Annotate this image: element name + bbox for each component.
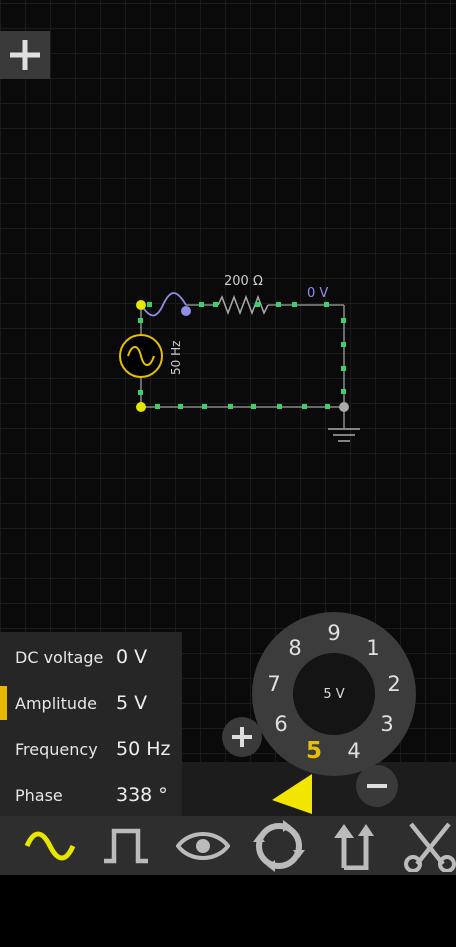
resistor-label: 200 Ω xyxy=(224,274,263,289)
resistor[interactable] xyxy=(217,294,269,316)
property-label: Frequency xyxy=(15,739,98,759)
sine-wave-icon xyxy=(24,831,76,860)
property-value: 5 V xyxy=(116,692,148,714)
node-probe[interactable] xyxy=(181,306,191,316)
property-row-amplitude[interactable]: Amplitude 5 V xyxy=(0,680,182,726)
square-wave-icon xyxy=(104,828,148,863)
sine-wave-tool[interactable] xyxy=(22,816,78,875)
property-label: Phase xyxy=(15,785,63,805)
property-label: Amplitude xyxy=(15,693,97,713)
value-dial[interactable]: 5 V 9 1 2 3 4 5 6 7 8 xyxy=(252,612,416,776)
rotate-icon xyxy=(253,819,305,872)
property-label: DC voltage xyxy=(15,647,104,667)
ground-symbol[interactable] xyxy=(328,428,360,442)
dial-digit-5[interactable]: 5 xyxy=(302,739,326,763)
cut-tool[interactable] xyxy=(402,816,456,875)
dial-digit-1[interactable]: 1 xyxy=(361,636,385,660)
dial-center-value: 5 V xyxy=(293,653,375,735)
dial-digit-4[interactable]: 4 xyxy=(342,739,366,763)
dial-digit-2[interactable]: 2 xyxy=(382,672,406,696)
eye-icon xyxy=(176,831,230,860)
flip-tool[interactable] xyxy=(327,816,383,875)
property-value: 0 V xyxy=(116,646,148,668)
dial-digit-6[interactable]: 6 xyxy=(269,712,293,736)
properties-panel: DC voltage 0 V Amplitude 5 V Frequency 5… xyxy=(0,632,182,816)
node-bottom-left[interactable] xyxy=(136,402,146,412)
dial-digit-9[interactable]: 9 xyxy=(322,621,346,645)
property-value: 338 ° xyxy=(116,784,168,806)
node-ground[interactable] xyxy=(339,402,349,412)
property-row-frequency[interactable]: Frequency 50 Hz xyxy=(0,726,182,772)
dial-digit-7[interactable]: 7 xyxy=(262,672,286,696)
bottom-toolbar xyxy=(0,816,456,875)
dial-pointer-icon xyxy=(272,774,312,814)
ac-voltage-source[interactable] xyxy=(119,334,163,378)
cut-icon xyxy=(404,822,456,872)
flip-icon xyxy=(334,823,374,870)
increment-button[interactable] xyxy=(222,717,262,757)
property-row-phase[interactable]: Phase 338 ° xyxy=(0,772,182,818)
source-frequency-label: 50 Hz xyxy=(169,341,183,375)
minus-icon xyxy=(367,784,387,788)
system-navigation-bar xyxy=(0,875,456,947)
node-top-left[interactable] xyxy=(136,300,146,310)
dial-digit-3[interactable]: 3 xyxy=(375,712,399,736)
node-voltage-label: 0 V xyxy=(307,286,328,301)
circuit-diagram: 200 Ω 0 V 50 Hz xyxy=(119,274,360,442)
dial-digit-8[interactable]: 8 xyxy=(283,636,307,660)
decrement-button[interactable] xyxy=(356,765,398,807)
property-row-dc-voltage[interactable]: DC voltage 0 V xyxy=(0,634,182,680)
plus-icon xyxy=(232,727,252,747)
square-wave-tool[interactable] xyxy=(98,816,154,875)
property-value: 50 Hz xyxy=(116,738,171,760)
eye-tool[interactable] xyxy=(175,816,231,875)
rotate-tool[interactable] xyxy=(251,816,307,875)
